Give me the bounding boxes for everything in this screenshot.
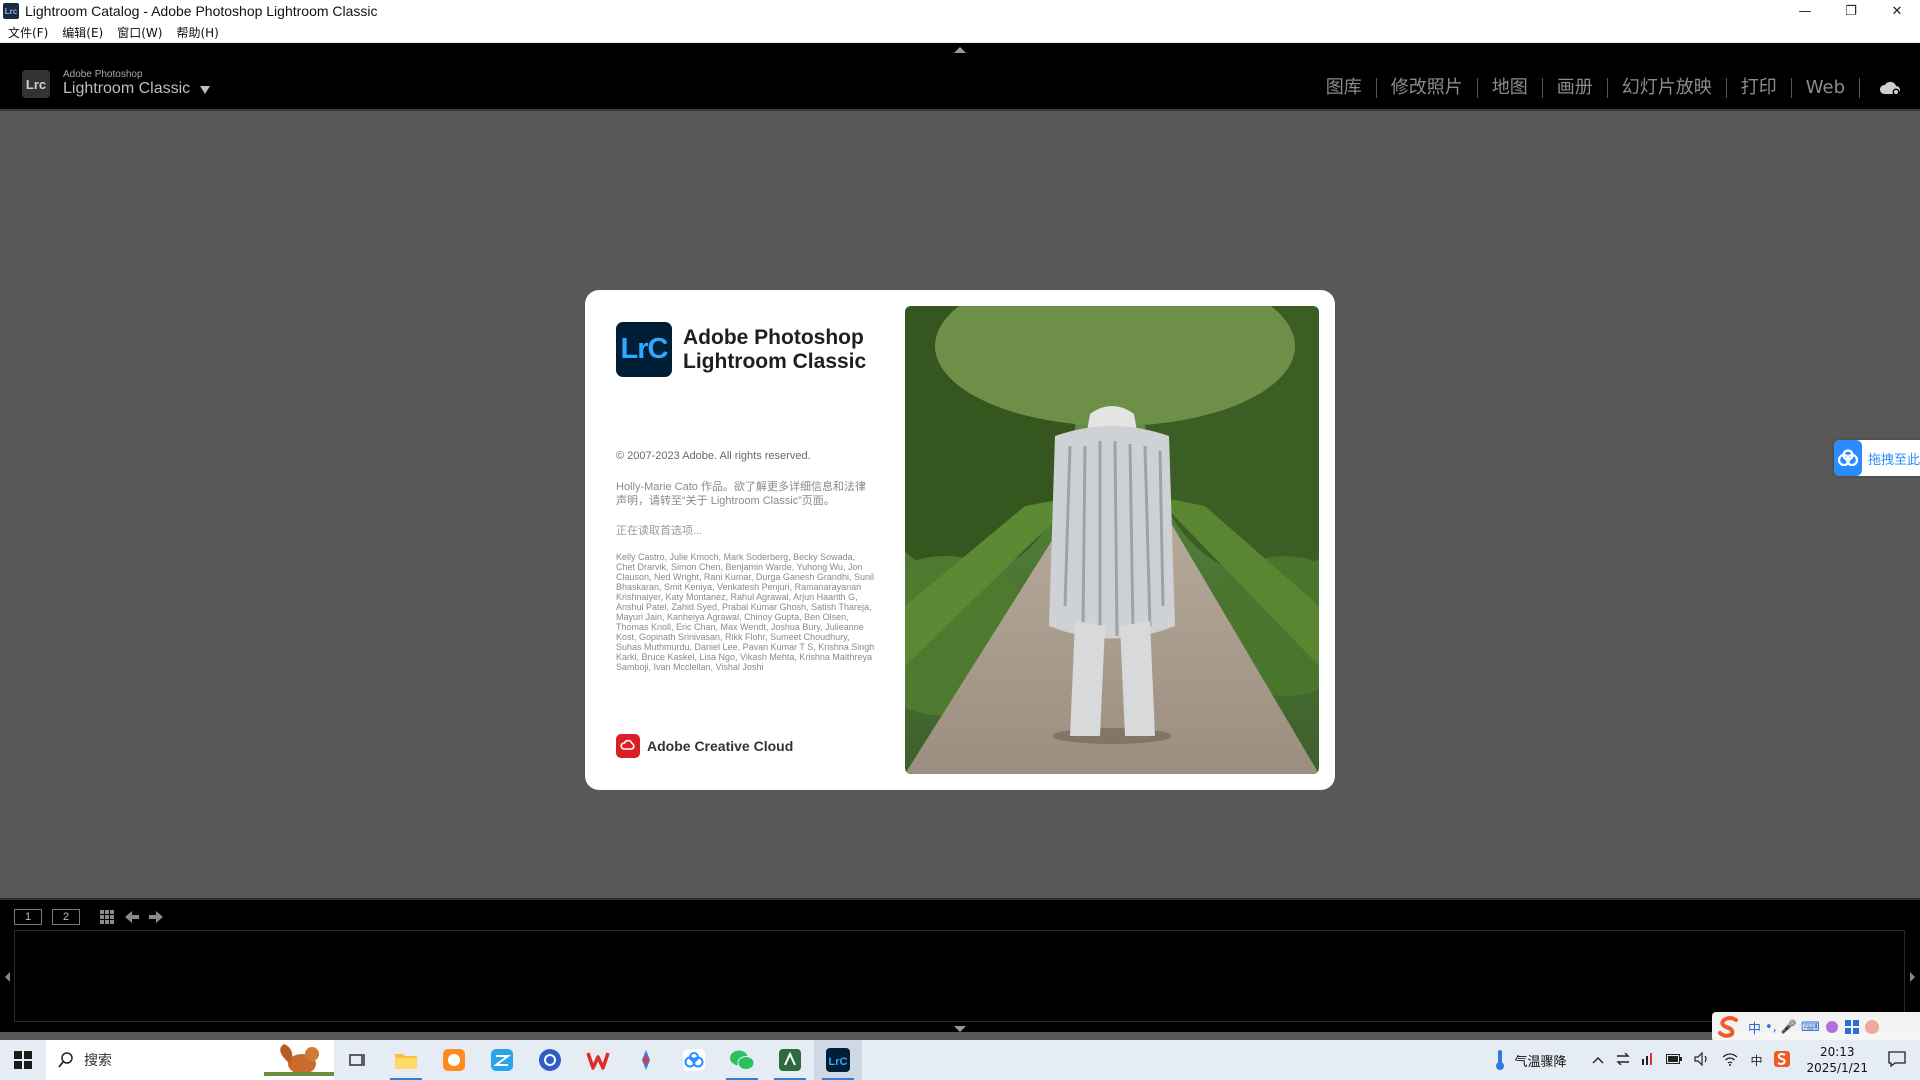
product-name-line1: Adobe Photoshop — [683, 326, 864, 349]
minimize-button[interactable]: — — [1782, 0, 1828, 22]
forward-arrow-icon[interactable] — [148, 909, 164, 925]
monitor-2-button[interactable]: 2 — [52, 909, 80, 925]
splash-artwork-image — [905, 306, 1319, 774]
ime-language-toggle[interactable]: 中 — [1748, 1018, 1761, 1037]
input-language-indicator[interactable]: 中 — [1750, 1052, 1762, 1069]
system-tray: 气温骤降 中 20:13 2025/1/21 — [1494, 1040, 1920, 1080]
baidu-netdisk-icon — [1834, 440, 1862, 476]
sogou-ime-icon[interactable] — [1716, 1015, 1744, 1039]
orange-app-icon[interactable] — [430, 1040, 478, 1080]
menu-window[interactable]: 窗口(W) — [117, 24, 162, 41]
menu-help[interactable]: 帮助(H) — [176, 24, 218, 41]
monitor-1-button[interactable]: 1 — [14, 909, 42, 925]
weather-widget[interactable]: 气温骤降 — [1494, 1049, 1566, 1071]
window-controls: — ❐ ✕ — [1782, 0, 1920, 22]
module-map[interactable]: 地图 — [1478, 78, 1543, 98]
module-web[interactable]: Web — [1792, 78, 1860, 98]
ime-keyboard-icon[interactable]: ⌨ — [1801, 1020, 1820, 1035]
thermometer-icon — [1496, 1050, 1505, 1070]
window-titlebar: Lrc Lightroom Catalog - Adobe Photoshop … — [0, 0, 1920, 22]
top-panel: Lrc Adobe Photoshop Lightroom Classic 图库… — [0, 43, 1920, 111]
pen-app-icon[interactable] — [622, 1040, 670, 1080]
windows-start-icon[interactable] — [0, 1040, 46, 1080]
filmstrip-thumbnails[interactable] — [14, 930, 1905, 1022]
clock-time: 20:13 — [1819, 1045, 1855, 1059]
notification-center-icon[interactable] — [1888, 1050, 1906, 1070]
system-clock[interactable]: 20:13 2025/1/21 — [1806, 1044, 1868, 1076]
module-slideshow[interactable]: 幻灯片放映 — [1608, 78, 1727, 98]
volume-icon[interactable] — [1694, 1051, 1710, 1069]
ime-voice-icon[interactable]: 🎤 — [1781, 1020, 1797, 1035]
back-arrow-icon[interactable] — [124, 909, 140, 925]
ime-avatar-icon[interactable] — [1864, 1019, 1880, 1035]
copyright-text: © 2007-2023 Adobe. All rights reserved. — [616, 450, 811, 462]
splash-screen: LrC Adobe Photoshop Lightroom Classic © … — [585, 290, 1335, 790]
show-hidden-icons-chevron-icon[interactable] — [1592, 1053, 1604, 1067]
meter-icon[interactable] — [1642, 1052, 1654, 1068]
collapse-top-panel-icon[interactable] — [954, 47, 966, 53]
creative-cloud-taskbar-icon[interactable] — [766, 1040, 814, 1080]
module-print[interactable]: 打印 — [1727, 78, 1792, 98]
product-name-line2: Lightroom Classic — [683, 350, 867, 373]
lightroom-app-icon: Lrc — [3, 3, 19, 19]
creative-cloud-label: Adobe Creative Cloud — [647, 738, 794, 754]
module-picker: 图库 修改照片 地图 画册 幻灯片放映 打印 Web — [1312, 76, 1920, 100]
module-book[interactable]: 画册 — [1543, 78, 1608, 98]
ime-skin-icon[interactable] — [1824, 1019, 1840, 1035]
grid-view-icon[interactable] — [99, 909, 115, 925]
ime-punctuation-toggle[interactable]: •, — [1765, 1020, 1777, 1035]
svg-text:LrC: LrC — [829, 1056, 848, 1068]
identity-plate-title[interactable]: Lightroom Classic — [63, 80, 190, 98]
search-highlight-squirrel-icon — [264, 1044, 334, 1076]
module-library[interactable]: 图库 — [1312, 78, 1377, 98]
transfer-icon[interactable] — [1616, 1052, 1631, 1068]
menu-edit[interactable]: 编辑(E) — [62, 24, 103, 41]
artwork-credit: Holly-Marie Cato 作品。欲了解更多详细信息和法律声明，请转至“关… — [616, 481, 866, 507]
identity-plate-logo: Lrc — [22, 70, 50, 98]
taskbar-search-box[interactable]: 搜索 — [46, 1040, 334, 1080]
blue-app-icon[interactable] — [478, 1040, 526, 1080]
module-develop[interactable]: 修改照片 — [1377, 78, 1478, 98]
filmstrip-left-collapse-icon[interactable] — [5, 972, 10, 982]
loading-status: 正在读取首选项... — [616, 525, 703, 537]
menu-file[interactable]: 文件(F) — [8, 24, 48, 41]
window-title: Lightroom Catalog - Adobe Photoshop Ligh… — [25, 3, 378, 19]
lightroom-taskbar-icon[interactable]: LrC — [814, 1040, 862, 1080]
ime-toolbox-icon[interactable] — [1844, 1019, 1860, 1035]
drop-widget-label: 拖拽至此 — [1867, 452, 1920, 468]
restore-button[interactable]: ❐ — [1828, 0, 1874, 22]
ime-toolbar: 中 •, 🎤 ⌨ — [1712, 1012, 1920, 1042]
filmstrip-panel: 1 2 — [0, 898, 1920, 1032]
baidu-netdisk-taskbar-icon[interactable] — [670, 1040, 718, 1080]
baidu-netdisk-drop-widget[interactable]: 拖拽至此 — [1834, 440, 1920, 476]
cloud-sync-icon[interactable] — [1860, 78, 1920, 98]
identity-plate-dropdown-icon[interactable] — [200, 86, 210, 94]
wechat-icon[interactable] — [718, 1040, 766, 1080]
sogou-tray-icon[interactable] — [1774, 1050, 1791, 1070]
file-explorer-icon[interactable] — [382, 1040, 430, 1080]
menu-bar: 文件(F) 编辑(E) 窗口(W) 帮助(H) — [0, 22, 1920, 43]
taskbar-search-placeholder: 搜索 — [84, 1053, 112, 1069]
identity-plate-subtitle: Adobe Photoshop — [63, 69, 143, 80]
browser-icon[interactable] — [526, 1040, 574, 1080]
clock-date: 2025/1/21 — [1806, 1061, 1868, 1075]
battery-icon[interactable] — [1666, 1053, 1683, 1067]
creative-cloud-icon — [616, 734, 640, 758]
wps-icon[interactable] — [574, 1040, 622, 1080]
search-icon — [58, 1052, 73, 1068]
weather-text: 气温骤降 — [1514, 1054, 1567, 1070]
lrc-logo: LrC — [616, 322, 672, 377]
collapse-filmstrip-icon[interactable] — [954, 1026, 966, 1032]
filmstrip-right-collapse-icon[interactable] — [1910, 972, 1915, 982]
close-button[interactable]: ✕ — [1874, 0, 1920, 22]
windows-taskbar: 搜索 LrC 气温骤降 中 20:13 2025/1/21 — [0, 1040, 1920, 1080]
task-view-icon[interactable] — [334, 1040, 382, 1080]
wifi-icon[interactable] — [1722, 1052, 1738, 1069]
team-credits: Kelly Castro, Julie Kmoch, Mark Soderber… — [616, 552, 875, 672]
